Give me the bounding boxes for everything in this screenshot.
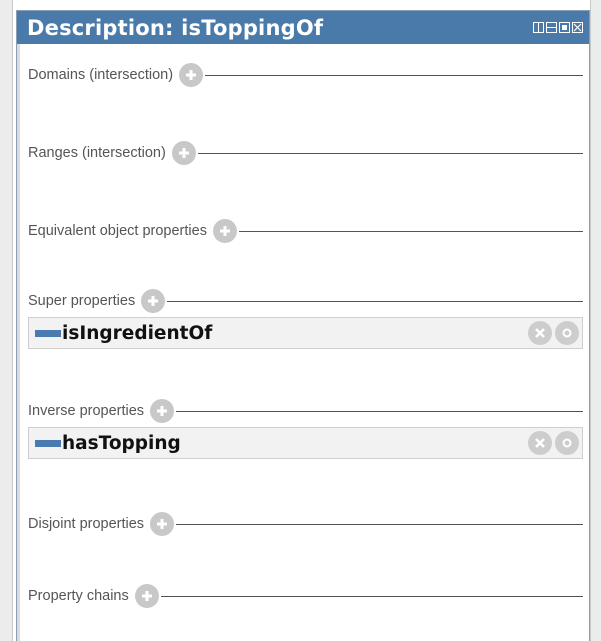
section-divider	[167, 300, 583, 302]
right-frame-border	[590, 0, 601, 641]
maximize-icon[interactable]	[559, 22, 570, 33]
dot-circle-icon	[562, 438, 572, 448]
panel-titlebar: Description: isToppingOf	[17, 11, 589, 44]
plus-circle-icon	[219, 226, 230, 236]
dot-circle-icon	[562, 328, 572, 338]
plus-circle-icon	[186, 70, 197, 80]
section-divider	[176, 410, 583, 412]
add-super-property-button[interactable]	[141, 289, 166, 313]
object-property-icon	[35, 329, 61, 337]
window-controls	[533, 22, 583, 33]
section-label: Equivalent object properties	[28, 223, 207, 239]
super-property-row[interactable]: isIngredientOf	[28, 317, 583, 349]
section-super-properties: Super properties	[28, 288, 583, 314]
plus-circle-icon	[178, 148, 189, 158]
section-divider	[160, 595, 583, 597]
plus-circle-icon	[157, 519, 168, 529]
delete-button[interactable]	[528, 431, 552, 455]
close-icon[interactable]	[572, 22, 583, 33]
left-frame-border	[0, 0, 13, 641]
section-label: Domains (intersection)	[28, 67, 174, 83]
edit-button[interactable]	[555, 321, 579, 345]
section-label: Ranges (intersection)	[28, 145, 166, 161]
add-property-chain-button[interactable]	[134, 584, 159, 608]
delete-button[interactable]	[528, 321, 552, 345]
section-label: Disjoint properties	[28, 516, 145, 532]
section-divider	[205, 74, 583, 76]
section-inverse-properties: Inverse properties	[28, 398, 583, 424]
section-label: Property chains	[28, 588, 129, 604]
add-disjoint-property-button[interactable]	[150, 512, 175, 536]
panel-content: Domains (intersection) Ranges (intersect…	[17, 44, 589, 641]
plus-circle-icon	[148, 296, 159, 306]
section-divider	[176, 523, 583, 525]
plus-circle-icon	[141, 591, 152, 601]
property-name: isIngredientOf	[62, 322, 213, 344]
section-equivalent-properties: Equivalent object properties	[28, 218, 583, 244]
row-actions	[528, 431, 579, 455]
split-horizontal-icon[interactable]	[546, 22, 557, 33]
section-label: Inverse properties	[28, 403, 145, 419]
add-equivalent-property-button[interactable]	[212, 219, 237, 243]
section-divider	[197, 152, 583, 154]
section-domains: Domains (intersection)	[28, 62, 583, 88]
section-disjoint-properties: Disjoint properties	[28, 511, 583, 537]
panel-title: Description: isToppingOf	[27, 15, 324, 40]
plus-circle-icon	[157, 406, 168, 416]
add-inverse-property-button[interactable]	[150, 399, 175, 423]
close-circle-icon	[535, 438, 545, 448]
property-name: hasTopping	[62, 432, 181, 454]
add-range-button[interactable]	[171, 141, 196, 165]
section-property-chains: Property chains	[28, 583, 583, 609]
section-ranges: Ranges (intersection)	[28, 140, 583, 166]
close-circle-icon	[535, 328, 545, 338]
edit-button[interactable]	[555, 431, 579, 455]
add-domain-button[interactable]	[179, 63, 204, 87]
object-property-icon	[35, 439, 61, 447]
split-vertical-icon[interactable]	[533, 22, 544, 33]
row-actions	[528, 321, 579, 345]
description-panel: Description: isToppingOf Domains (inters…	[16, 10, 590, 641]
section-label: Super properties	[28, 293, 136, 309]
inverse-property-row[interactable]: hasTopping	[28, 427, 583, 459]
section-divider	[238, 230, 583, 232]
